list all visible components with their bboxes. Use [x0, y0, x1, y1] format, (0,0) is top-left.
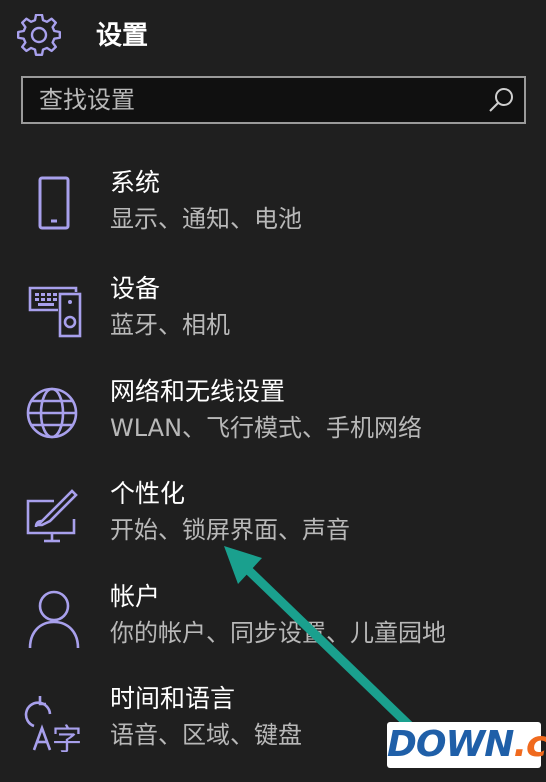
search-icon[interactable]: [484, 84, 518, 118]
settings-item-network[interactable]: 网络和无线设置 WLAN、飞行模式、手机网络: [0, 375, 546, 475]
settings-item-system[interactable]: 系统 显示、通知、电池: [0, 166, 546, 266]
item-description: 开始、锁屏界面、声音: [110, 516, 350, 544]
item-description: WLAN、飞行模式、手机网络: [110, 414, 423, 442]
header: 设置: [0, 0, 546, 70]
item-name: 个性化: [110, 479, 186, 508]
gear-icon: [17, 14, 61, 56]
search-box[interactable]: [21, 76, 526, 124]
item-description: 语音、区域、键盘: [110, 721, 302, 749]
time-language-icon: 字: [24, 696, 82, 752]
item-name: 帐户: [110, 582, 161, 611]
watermark-part2: .cc: [513, 724, 546, 765]
phone-icon: [38, 176, 70, 230]
item-name: 设备: [110, 274, 161, 303]
settings-item-personalization[interactable]: 个性化 开始、锁屏界面、声音: [0, 477, 546, 577]
watermark-part1: DOWN: [387, 724, 514, 765]
person-icon: [28, 590, 80, 649]
character-glyph: 字: [52, 723, 82, 752]
item-name: 系统: [110, 168, 161, 197]
search-input[interactable]: [23, 78, 479, 122]
item-description: 蓝牙、相机: [110, 311, 230, 339]
settings-item-accounts[interactable]: 帐户 你的帐户、同步设置、儿童园地: [0, 580, 546, 680]
item-name: 网络和无线设置: [110, 377, 286, 406]
settings-item-devices[interactable]: 设备 蓝牙、相机: [0, 272, 546, 372]
watermark-logo: DOWN.cc: [387, 722, 546, 768]
item-description: 你的帐户、同步设置、儿童园地: [110, 619, 446, 647]
item-description: 显示、通知、电池: [110, 205, 302, 233]
item-name: 时间和语言: [110, 684, 236, 713]
personalization-icon: [26, 489, 78, 543]
page-title: 设置: [96, 21, 149, 51]
globe-icon: [26, 387, 78, 439]
devices-icon: [28, 286, 82, 338]
